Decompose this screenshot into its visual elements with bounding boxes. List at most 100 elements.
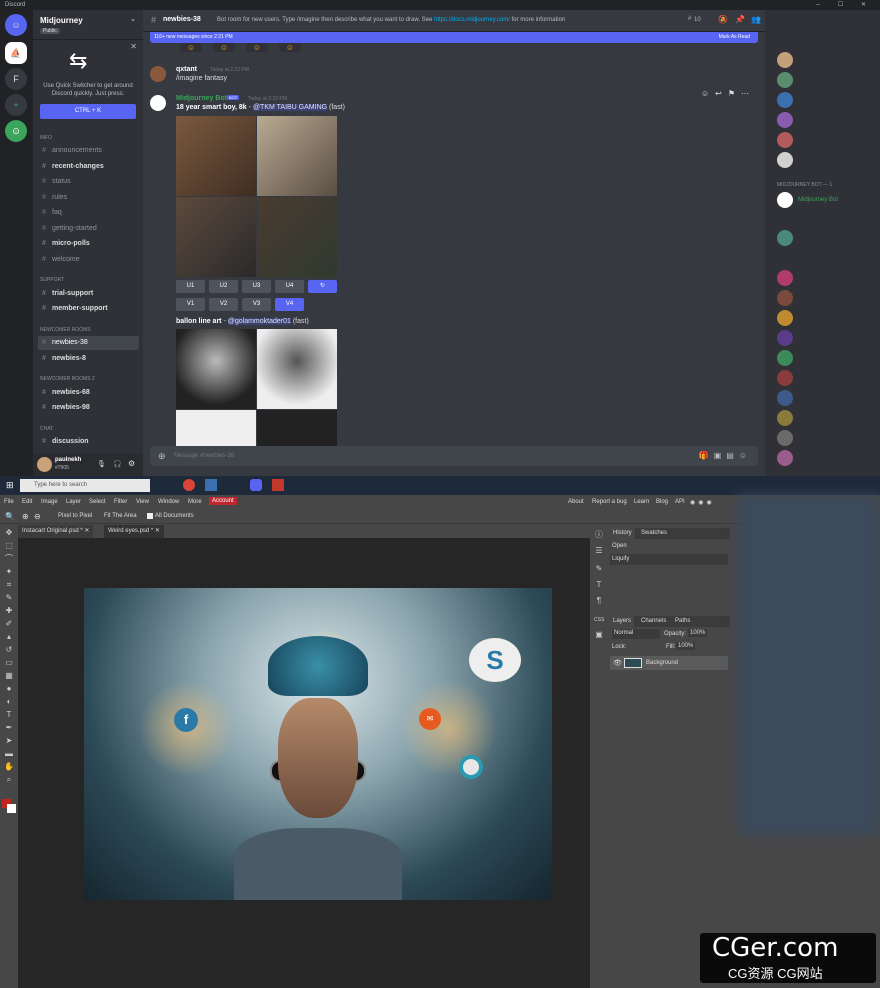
type-tool-icon[interactable]: T <box>4 710 14 719</box>
message-input[interactable]: ⊕ Message #newbies-38 🎁▣▤☺ <box>150 446 758 466</box>
generated-image[interactable] <box>257 329 337 409</box>
reaction-emoji[interactable]: ☺ <box>213 43 235 52</box>
mic-icon[interactable]: 🎙 <box>97 460 106 468</box>
lasso-tool-icon[interactable]: ⌒ <box>4 554 14 563</box>
fill-input[interactable]: 100% <box>676 642 696 650</box>
menu-blog[interactable]: Blog <box>656 499 668 505</box>
avatar[interactable] <box>37 457 52 472</box>
brush-icon[interactable]: ✐ <box>4 619 14 628</box>
message-actions[interactable]: ☺↩⚑⋯ <box>701 89 755 98</box>
window-controls[interactable]: ─ ☐ ✕ <box>816 1 874 8</box>
chrome-icon[interactable] <box>183 479 195 491</box>
v1-button[interactable]: V1 <box>176 298 205 311</box>
menu-learn[interactable]: Learn <box>634 499 649 505</box>
add-attachment-icon[interactable]: ⊕ <box>158 446 166 466</box>
stamp-icon[interactable]: ▴ <box>4 632 14 641</box>
channel-announcements[interactable]: announcements <box>38 144 139 158</box>
discord-taskbar-icon[interactable] <box>250 479 262 491</box>
menu-view[interactable]: View <box>136 499 149 505</box>
crop-tool-icon[interactable]: ⌗ <box>4 580 14 589</box>
menu-api[interactable]: API <box>675 499 685 505</box>
member-avatar[interactable] <box>777 72 793 88</box>
menu-report-bug[interactable]: Report a bug <box>592 499 627 505</box>
css-panel[interactable]: CSS <box>594 616 604 625</box>
paragraph-icon[interactable]: ¶ <box>594 596 604 605</box>
menu-more[interactable]: More <box>188 499 202 505</box>
marquee-tool-icon[interactable]: ⬚ <box>4 541 14 550</box>
taskbar-search[interactable]: Type here to search <box>20 479 150 492</box>
member-avatar[interactable] <box>777 410 793 426</box>
tab-instacart[interactable]: Instacart Original.psd * ✕ <box>18 525 94 538</box>
menu-image[interactable]: Image <box>41 499 58 505</box>
tab-swatches[interactable]: Swatches <box>638 528 670 539</box>
all-documents-checkbox[interactable] <box>147 513 153 519</box>
member-avatar[interactable] <box>777 230 793 246</box>
category-support[interactable]: SUPPORT <box>40 277 64 283</box>
members-list-icon[interactable]: 👥 <box>751 15 761 24</box>
channel-newbies-68[interactable]: newbies-68 <box>38 386 139 400</box>
reaction-emoji[interactable]: ☺ <box>279 43 301 52</box>
healing-icon[interactable]: ✚ <box>4 606 14 615</box>
path-select-icon[interactable]: ➤ <box>4 736 14 745</box>
menu-layer[interactable]: Layer <box>66 499 81 505</box>
settings-gear-icon[interactable]: ⚙ <box>128 459 135 468</box>
channel-micro-polls[interactable]: micro-polls <box>38 237 139 251</box>
home-icon[interactable]: ☺ <box>5 14 27 36</box>
zoom-in-icon[interactable]: ⊕ <box>22 512 29 521</box>
eraser-icon[interactable]: ▭ <box>4 658 14 667</box>
u2-button[interactable]: U2 <box>209 280 238 293</box>
generated-image[interactable] <box>257 116 337 196</box>
menu-about[interactable]: About <box>568 499 584 505</box>
mark-as-read-button[interactable]: Mark As Read <box>719 32 750 43</box>
app-icon[interactable] <box>205 479 217 491</box>
menu-account[interactable]: Account <box>209 497 237 505</box>
menu-window[interactable]: Window <box>158 499 179 505</box>
opacity-input[interactable]: 100% <box>688 629 708 637</box>
member-avatar[interactable] <box>777 430 793 446</box>
notification-bell-icon[interactable]: 🔕 <box>718 15 728 24</box>
server-header[interactable]: Midjourney ⌄ Public <box>33 10 143 40</box>
member-avatar[interactable] <box>777 350 793 366</box>
tab-history[interactable]: History <box>610 528 635 539</box>
channel-newbies-38[interactable]: newbies-38 <box>38 336 139 350</box>
generated-image[interactable] <box>257 410 337 446</box>
gradient-icon[interactable]: ▦ <box>4 671 14 680</box>
blur-icon[interactable]: ● <box>4 684 14 693</box>
ctrl-k-button[interactable]: CTRL + K <box>40 104 136 119</box>
menu-filter[interactable]: Filter <box>114 499 127 505</box>
info-icon[interactable]: ⓘ <box>594 530 604 539</box>
v2-button[interactable]: V2 <box>209 298 238 311</box>
layer-row[interactable]: 👁 Background <box>610 656 728 670</box>
history-liquify[interactable]: Liquify <box>610 554 728 565</box>
eyedropper-icon[interactable]: ✎ <box>4 593 14 602</box>
social-icons[interactable]: ◉◉◉ <box>690 499 715 506</box>
member-avatar[interactable] <box>777 370 793 386</box>
history-brush-icon[interactable]: ↺ <box>4 645 14 654</box>
blend-mode-select[interactable]: Normal <box>612 629 660 639</box>
explore-icon[interactable]: ⊙ <box>5 120 27 142</box>
u1-button[interactable]: U1 <box>176 280 205 293</box>
menu-file[interactable]: File <box>4 499 14 505</box>
tab-weird-eyes[interactable]: Weird eyes.psd * ✕ <box>104 525 164 538</box>
zoom-tool-icon[interactable]: ⌕ <box>4 775 14 784</box>
generated-image[interactable] <box>176 329 256 409</box>
reaction-emoji[interactable]: ☺ <box>180 43 202 52</box>
tab-paths[interactable]: Paths <box>672 616 693 627</box>
threads-icon[interactable]: # <box>688 16 691 22</box>
reroll-button[interactable]: ↻ <box>308 280 337 293</box>
zoom-icon[interactable]: 🔍 <box>5 512 15 521</box>
canvas-area[interactable]: S f ✉ <box>18 538 590 988</box>
channel-trial-support[interactable]: trial-support <box>38 287 139 301</box>
u4-button[interactable]: U4 <box>275 280 304 293</box>
bot-member-name[interactable]: Midjourney Bot <box>798 197 838 203</box>
dodge-icon[interactable]: ◐ <box>4 697 14 706</box>
input-action-icons[interactable]: 🎁▣▤☺ <box>699 446 752 466</box>
chevron-down-icon[interactable]: ⌄ <box>130 15 136 23</box>
member-avatar[interactable] <box>777 132 793 148</box>
u3-button[interactable]: U3 <box>242 280 271 293</box>
channel-newbies-8[interactable]: newbies-8 <box>38 352 139 366</box>
channel-faq[interactable]: faq <box>38 206 139 220</box>
channel-status[interactable]: status <box>38 175 139 189</box>
add-server-icon[interactable]: + <box>5 94 27 116</box>
pixel-to-pixel-button[interactable]: Pixel to Pixel <box>58 513 92 519</box>
